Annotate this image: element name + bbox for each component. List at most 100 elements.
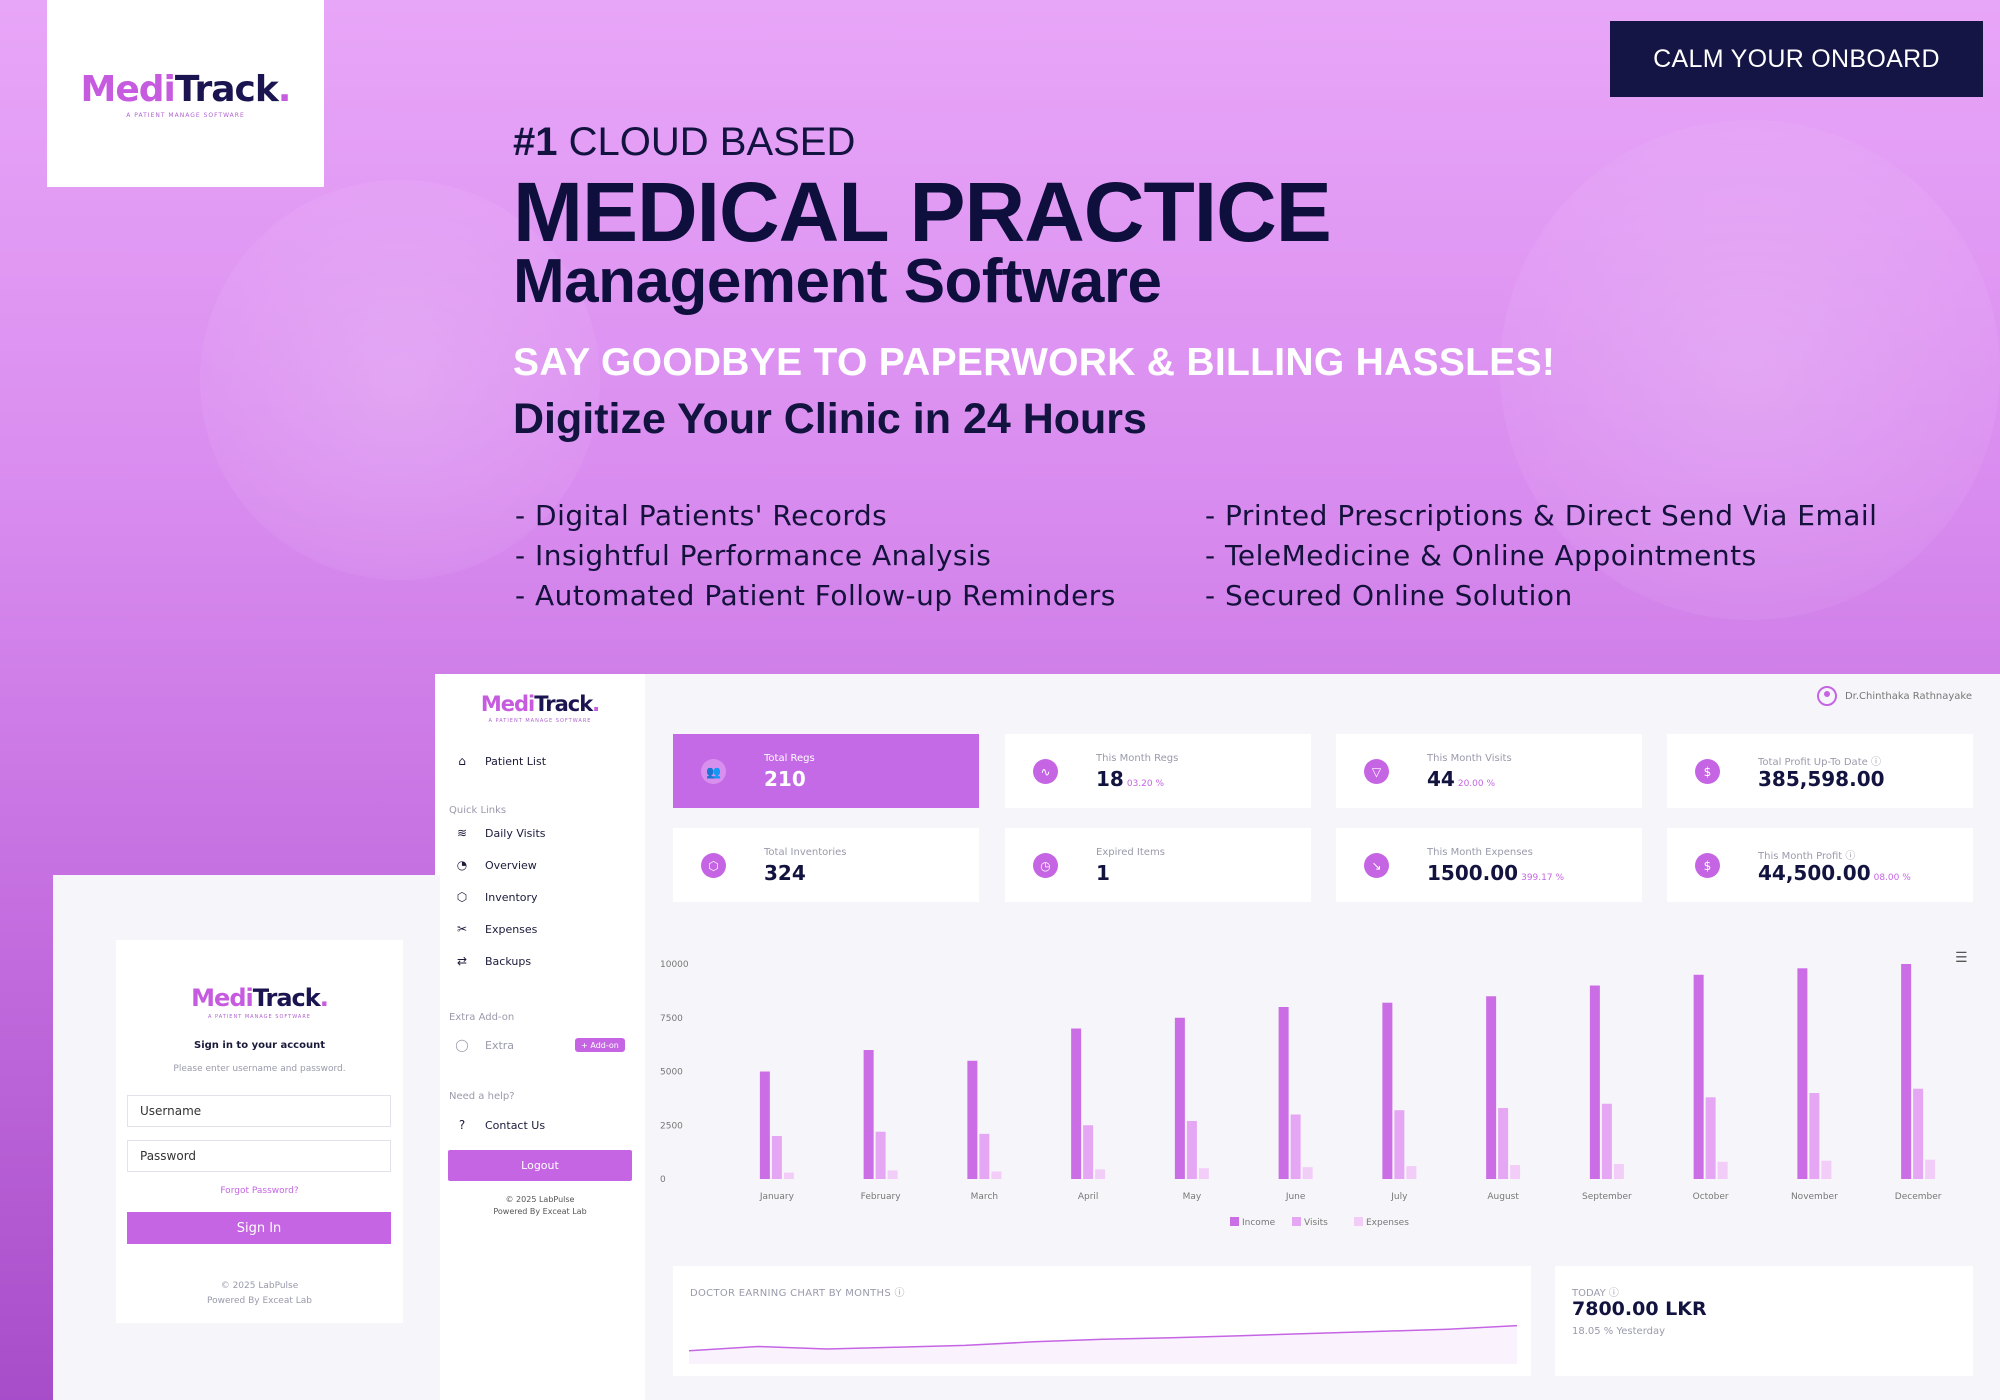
- stat-card-label: This Month Profit ⓘ: [1758, 851, 1856, 862]
- password-input[interactable]: Password: [127, 1140, 391, 1172]
- sidebar-item-contact[interactable]: ? Contact Us: [455, 1118, 545, 1132]
- monthly-bar-chart: 0 2500 5000 7500 10000 January February March Ap…: [660, 960, 1942, 1228]
- bar-expenses[interactable]: [1613, 1163, 1624, 1179]
- logo-track: Track: [174, 68, 279, 110]
- feature-list-left: - Digital Patients' Records - Insightful…: [515, 496, 1116, 616]
- bar-visits[interactable]: [1186, 1120, 1197, 1179]
- bar-visits[interactable]: [1809, 1093, 1820, 1179]
- bar-expenses[interactable]: [1510, 1165, 1521, 1179]
- bar-expenses[interactable]: [1302, 1167, 1313, 1179]
- onboard-button[interactable]: CALM YOUR ONBOARD: [1610, 21, 1983, 97]
- bar-visits[interactable]: [875, 1131, 886, 1179]
- logo-medi: Medi: [191, 984, 254, 1012]
- legend-label[interactable]: Income: [1242, 1218, 1276, 1228]
- stat-card[interactable]: $ Total Profit Up-To Date ⓘ 385,598.00: [1667, 734, 1973, 808]
- bar-expenses[interactable]: [1406, 1166, 1417, 1179]
- feature-item: - TeleMedicine & Online Appointments: [1205, 539, 1757, 572]
- bar-visits[interactable]: [1290, 1114, 1301, 1180]
- bar-visits[interactable]: [1498, 1108, 1509, 1179]
- login-screenshot: MediTrack. A PATIENT MANAGE SOFTWARE Sig…: [53, 875, 440, 1400]
- bar-income[interactable]: [1382, 1002, 1393, 1179]
- login-subtitle: Please enter username and password.: [173, 1064, 346, 1074]
- sidebar-item-inventory[interactable]: ⬡ Inventory: [455, 890, 538, 904]
- bar-expenses[interactable]: [991, 1171, 1002, 1179]
- earning-line-chart: [689, 1324, 1517, 1364]
- sidebar-item-backups[interactable]: ⇄ Backups: [455, 954, 531, 968]
- bar-income[interactable]: [967, 1060, 978, 1179]
- sidebar-item-label: Overview: [485, 858, 537, 872]
- menu-icon[interactable]: ☰: [1955, 950, 1968, 966]
- bar-expenses[interactable]: [1717, 1161, 1728, 1179]
- bar-visits[interactable]: [979, 1133, 990, 1179]
- bar-expenses[interactable]: [1925, 1159, 1936, 1179]
- bar-expenses[interactable]: [1198, 1168, 1209, 1179]
- stat-card[interactable]: 👥 Total Regs 210: [673, 734, 979, 808]
- bar-income[interactable]: [1693, 974, 1704, 1179]
- sidebar-item-expenses[interactable]: ✂ Expenses: [455, 922, 537, 936]
- sidebar-item-extra[interactable]: ◯ Extra: [455, 1038, 514, 1052]
- addon-badge[interactable]: + Add-on: [575, 1038, 625, 1052]
- hero-section: #1 CLOUD BASED MEDICAL PRACTICE Manageme…: [513, 120, 1555, 444]
- bar-income[interactable]: [863, 1050, 874, 1179]
- bar-income[interactable]: [1174, 1017, 1185, 1179]
- logo-tagline: A PATIENT MANAGE SOFTWARE: [126, 111, 245, 119]
- logout-button[interactable]: Logout: [448, 1150, 632, 1181]
- username-input[interactable]: Username: [127, 1095, 391, 1127]
- user-profile[interactable]: Dr.Chinthaka Rathnayake: [1816, 686, 1972, 706]
- bar-income[interactable]: [759, 1071, 770, 1180]
- sidebar-powered-by: Powered By Exceat Lab: [493, 1207, 587, 1216]
- logo-dot: .: [277, 68, 292, 110]
- clock-icon: ◷: [1033, 853, 1058, 878]
- hero-tagline: SAY GOODBYE TO PAPERWORK & BILLING HASSL…: [513, 341, 1556, 384]
- home-icon: ⌂: [458, 754, 466, 768]
- sidebar-item-daily-visits[interactable]: ≋ Daily Visits: [455, 826, 546, 840]
- bar-visits[interactable]: [1394, 1110, 1405, 1179]
- today-card: TODAY ⓘ 7800.00 LKR 18.05 % Yesterday: [1555, 1266, 1973, 1376]
- bar-visits[interactable]: [771, 1136, 782, 1179]
- extra-addon-heading: Extra Add-on: [449, 1012, 515, 1023]
- box-icon: ⬡: [701, 853, 726, 878]
- stat-card-number: 1500.00: [1427, 861, 1519, 885]
- stat-card[interactable]: ∿ This Month Regs 18 03.20 %: [1005, 734, 1311, 808]
- x-tick-label: January: [759, 1192, 795, 1202]
- bar-income[interactable]: [1486, 996, 1497, 1179]
- bar-income[interactable]: [1797, 968, 1808, 1179]
- stat-card[interactable]: ◷ Expired Items 1: [1005, 828, 1311, 902]
- users-icon: 👥: [701, 759, 726, 784]
- bar-expenses[interactable]: [783, 1172, 794, 1179]
- bar-visits[interactable]: [1705, 1097, 1716, 1179]
- legend-swatch: [1354, 1217, 1363, 1226]
- legend-label[interactable]: Visits: [1304, 1218, 1328, 1228]
- user-avatar-icon: [1816, 686, 1837, 706]
- forgot-password-link[interactable]: Forgot Password?: [116, 1186, 403, 1196]
- stat-card[interactable]: ▽ This Month Visits 44 20.00 %: [1336, 734, 1642, 808]
- user-name: Dr.Chinthaka Rathnayake: [1844, 690, 1972, 702]
- bar-income[interactable]: [1589, 985, 1600, 1180]
- y-tick-label: 7500: [660, 1014, 683, 1024]
- sidebar-item-patient-list[interactable]: ⌂ Patient List: [455, 754, 546, 768]
- bar-income[interactable]: [1901, 964, 1912, 1179]
- stat-card-number: 210: [764, 767, 806, 791]
- x-tick-label: July: [1390, 1192, 1408, 1202]
- pie-chart-icon: ◔: [456, 858, 468, 872]
- x-tick-label: December: [1895, 1192, 1942, 1202]
- bar-expenses[interactable]: [887, 1170, 898, 1179]
- sidebar-item-overview[interactable]: ◔ Overview: [455, 858, 537, 872]
- bar-visits[interactable]: [1913, 1088, 1924, 1179]
- bar-visits[interactable]: [1083, 1125, 1094, 1179]
- stat-card[interactable]: ⬡ Total Inventories 324: [673, 828, 979, 902]
- x-tick-label: August: [1487, 1192, 1519, 1202]
- bar-visits[interactable]: [1601, 1103, 1612, 1179]
- bar-income[interactable]: [1278, 1007, 1289, 1179]
- stat-card[interactable]: ↘ This Month Expenses 1500.00 399.17 %: [1336, 828, 1642, 902]
- bar-income[interactable]: [1071, 1028, 1082, 1180]
- bar-expenses[interactable]: [1821, 1160, 1832, 1179]
- feature-item: - Automated Patient Follow-up Reminders: [515, 579, 1116, 612]
- x-tick-label: June: [1285, 1192, 1306, 1202]
- stat-card-label: Total Regs: [764, 753, 815, 764]
- stat-card[interactable]: $ This Month Profit ⓘ 44,500.00 08.00 %: [1667, 828, 1973, 902]
- y-tick-label: 5000: [660, 1068, 683, 1078]
- bar-expenses[interactable]: [1095, 1169, 1106, 1179]
- legend-label[interactable]: Expenses: [1366, 1218, 1409, 1228]
- sign-in-button[interactable]: Sign In: [127, 1212, 391, 1244]
